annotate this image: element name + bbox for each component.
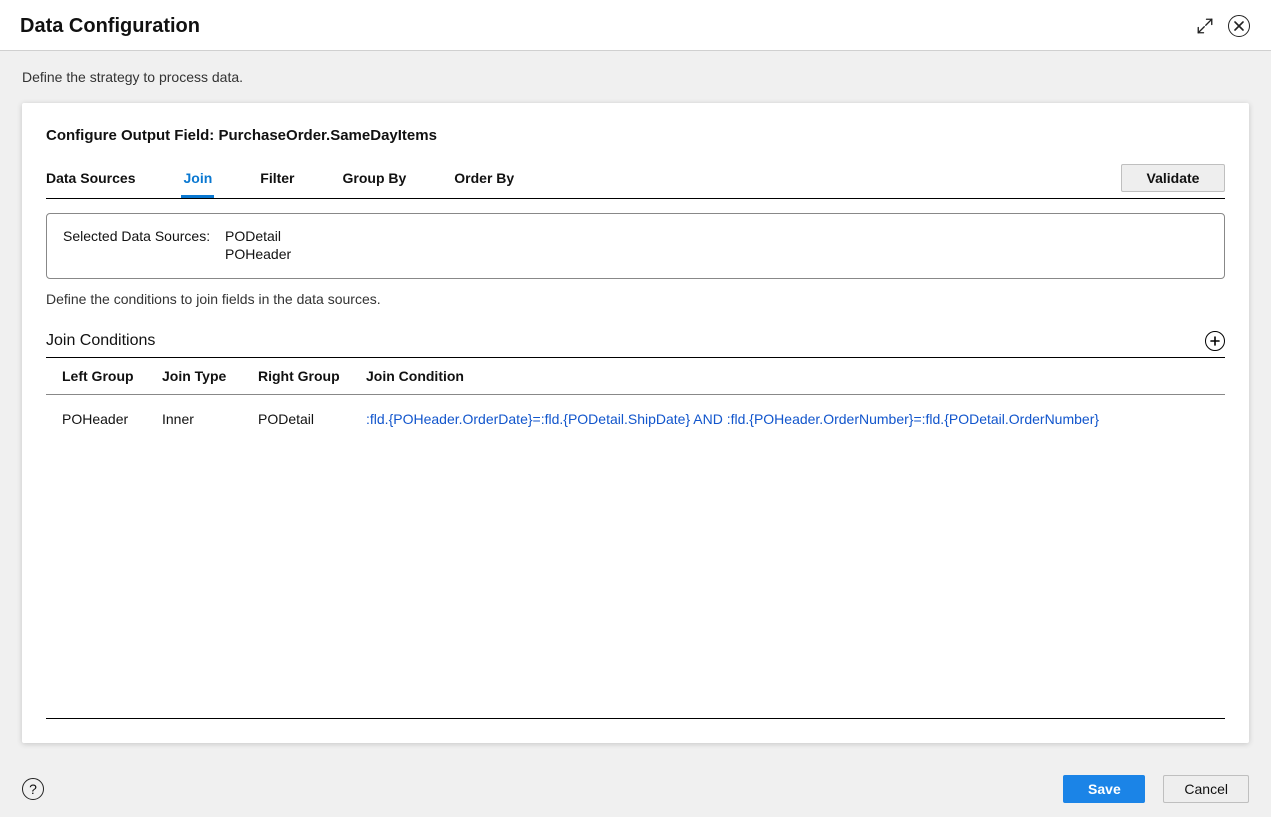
expand-icon[interactable] <box>1193 14 1217 38</box>
close-button[interactable] <box>1227 14 1251 38</box>
col-join-condition: Join Condition <box>366 368 1225 384</box>
validate-button[interactable]: Validate <box>1121 164 1225 192</box>
help-button[interactable]: ? <box>22 778 44 800</box>
config-card: Configure Output Field: PurchaseOrder.Sa… <box>22 103 1249 743</box>
col-join-type: Join Type <box>162 368 258 384</box>
selected-sources-label: Selected Data Sources: <box>63 228 213 262</box>
source-item: PODetail <box>225 228 291 244</box>
tab-group-by[interactable]: Group By <box>343 166 407 196</box>
tab-data-sources[interactable]: Data Sources <box>46 166 135 196</box>
card-title: Configure Output Field: PurchaseOrder.Sa… <box>46 127 1225 144</box>
col-left-group: Left Group <box>62 368 162 384</box>
footer-actions: Save Cancel <box>1063 775 1249 803</box>
join-conditions-table-head: Left Group Join Type Right Group Join Co… <box>46 358 1225 395</box>
col-right-group: Right Group <box>258 368 366 384</box>
join-conditions-header: Join Conditions <box>46 331 1225 358</box>
dialog-body: Define the strategy to process data. Con… <box>0 51 1271 743</box>
dialog-header: Data Configuration <box>0 0 1271 51</box>
tabs: Data Sources Join Filter Group By Order … <box>46 166 514 196</box>
tab-order-by[interactable]: Order By <box>454 166 514 196</box>
tabs-row: Data Sources Join Filter Group By Order … <box>46 164 1225 199</box>
add-condition-button[interactable] <box>1205 331 1225 351</box>
join-conditions-title: Join Conditions <box>46 332 155 350</box>
cancel-button[interactable]: Cancel <box>1163 775 1249 803</box>
card-title-value: PurchaseOrder.SameDayItems <box>218 127 436 144</box>
cell-left-group: POHeader <box>62 411 162 427</box>
help-icon: ? <box>29 781 37 797</box>
card-footer-divider <box>46 718 1225 719</box>
tab-filter[interactable]: Filter <box>260 166 294 196</box>
selected-sources-list: PODetail POHeader <box>225 228 291 262</box>
cell-join-type: Inner <box>162 411 258 427</box>
cell-right-group: PODetail <box>258 411 366 427</box>
card-title-prefix: Configure Output Field: <box>46 127 218 144</box>
header-actions <box>1193 14 1251 38</box>
selected-sources-box: Selected Data Sources: PODetail POHeader <box>46 213 1225 279</box>
join-instruction: Define the conditions to join fields in … <box>46 291 1225 307</box>
plus-icon <box>1210 336 1220 346</box>
dialog-footer: ? Save Cancel <box>0 765 1271 817</box>
cell-join-condition: :fld.{POHeader.OrderDate}=:fld.{PODetail… <box>366 411 1225 427</box>
tab-join[interactable]: Join <box>183 166 212 196</box>
source-item: POHeader <box>225 246 291 262</box>
close-icon <box>1228 15 1250 37</box>
join-conditions-row[interactable]: POHeader Inner PODetail :fld.{POHeader.O… <box>46 395 1225 443</box>
dialog-title: Data Configuration <box>20 15 200 38</box>
save-button[interactable]: Save <box>1063 775 1145 803</box>
dialog-description: Define the strategy to process data. <box>22 69 1249 85</box>
